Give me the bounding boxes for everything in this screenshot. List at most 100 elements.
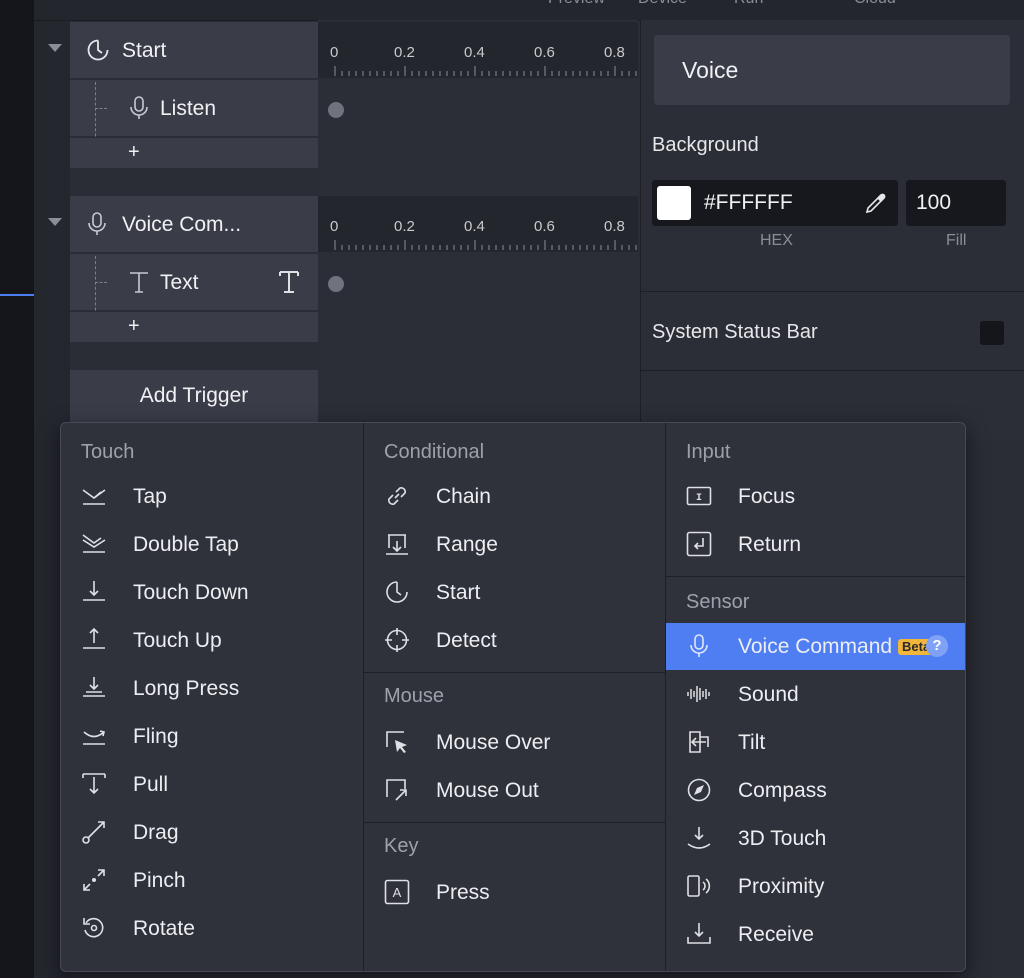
canvas-strip (0, 0, 34, 978)
menu-item-tilt[interactable]: Tilt (666, 719, 965, 765)
response-label-listen: Listen (160, 97, 217, 120)
toolbar-device[interactable]: Device (638, 0, 687, 8)
menu-item-pinch[interactable]: Pinch (61, 857, 361, 903)
menu-item-label: Press (436, 881, 490, 904)
menu-item-detect[interactable]: Detect (364, 617, 664, 663)
menu-column-touch: Touch Tap Double Tap Touch Down Touch Up… (61, 423, 363, 971)
toolbar-cloud[interactable]: Cloud (854, 0, 896, 8)
ruler-tick: 0.2 (394, 44, 415, 61)
toolbar-preview[interactable]: Preview (548, 0, 605, 8)
menu-item-proximity[interactable]: Proximity (666, 863, 965, 909)
menu-item-voice-command[interactable]: Voice Command Beta ? (666, 623, 965, 670)
menu-column-input: Input I Focus Return Sensor Voice Comman… (665, 423, 965, 971)
menu-item-touch-down[interactable]: Touch Down (61, 569, 361, 615)
section-divider (364, 822, 666, 823)
menu-item-label: Sound (738, 683, 799, 706)
menu-item-start[interactable]: Start (364, 569, 664, 615)
microphone-icon (686, 633, 712, 659)
hex-input[interactable]: #FFFFFF (652, 180, 898, 226)
menu-item-label: Rotate (133, 917, 195, 940)
fling-icon (81, 723, 107, 749)
clock-icon (86, 38, 110, 62)
fill-input[interactable]: 100 (906, 180, 1006, 226)
menu-item-touch-up[interactable]: Touch Up (61, 617, 361, 663)
menu-item-receive[interactable]: Receive (666, 911, 965, 957)
collapse-caret-voice[interactable] (48, 218, 62, 226)
touch-down-icon (81, 579, 107, 605)
color-swatch[interactable] (657, 186, 691, 220)
sound-wave-icon (686, 681, 712, 707)
menu-item-double-tap[interactable]: Double Tap (61, 521, 361, 567)
section-title-input: Input (686, 441, 731, 463)
menu-item-long-press[interactable]: Long Press (61, 665, 361, 711)
drag-icon (81, 819, 107, 845)
menu-item-fling[interactable]: Fling (61, 713, 361, 759)
menu-item-label: Fling (133, 725, 179, 748)
add-trigger-button[interactable]: Add Trigger (70, 370, 318, 422)
ruler-ticks (334, 240, 637, 250)
return-icon (686, 531, 712, 557)
menu-item-label: Start (436, 581, 481, 604)
menu-item-3d-touch[interactable]: 3D Touch (666, 815, 965, 861)
text-icon (128, 270, 150, 294)
menu-item-pull[interactable]: Pull (61, 761, 361, 807)
response-row-text[interactable]: Text (70, 254, 318, 310)
section-title-touch: Touch (81, 441, 135, 463)
menu-item-label: 3D Touch (738, 827, 827, 850)
pull-icon (81, 771, 107, 797)
menu-item-drag[interactable]: Drag (61, 809, 361, 855)
proximity-icon (686, 873, 712, 899)
tap-icon (81, 483, 107, 509)
focus-icon: I (686, 483, 712, 509)
trigger-label-start: Start (122, 39, 167, 62)
trigger-row-voice-command[interactable]: Voice Com... (70, 196, 318, 252)
menu-item-sound[interactable]: Sound (666, 671, 965, 717)
menu-item-focus[interactable]: I Focus (666, 473, 965, 519)
menu-item-compass[interactable]: Compass (666, 767, 965, 813)
section-title-key: Key (384, 835, 419, 857)
long-press-icon (81, 675, 107, 701)
collapse-caret-start[interactable] (48, 44, 62, 52)
menu-item-mouse-out[interactable]: Mouse Out (364, 767, 664, 813)
eyedropper-icon[interactable] (864, 191, 888, 215)
keyframe-dot[interactable] (328, 102, 344, 118)
toolbar-run[interactable]: Run (734, 0, 763, 8)
clock-icon (384, 579, 410, 605)
tilt-icon (686, 729, 712, 755)
menu-item-label: Chain (436, 485, 491, 508)
trigger-menu: Touch Tap Double Tap Touch Down Touch Up… (60, 422, 966, 972)
range-icon (384, 531, 410, 557)
menu-item-label: Mouse Over (436, 731, 551, 754)
menu-item-return[interactable]: Return (666, 521, 965, 567)
menu-item-press[interactable]: A Press (364, 869, 664, 915)
response-row-listen[interactable]: Listen (70, 80, 318, 136)
ruler-ticks (334, 66, 637, 76)
mouse-out-icon (384, 777, 410, 803)
inspector-title: Voice (654, 35, 1010, 105)
help-icon[interactable]: ? (926, 635, 948, 657)
selection-indicator (0, 294, 34, 296)
section-title-sensor: Sensor (686, 591, 750, 613)
menu-item-chain[interactable]: Chain (364, 473, 664, 519)
menu-item-rotate[interactable]: Rotate (61, 905, 361, 951)
system-status-bar-checkbox[interactable] (980, 321, 1004, 345)
menu-item-label: Touch Down (133, 581, 249, 604)
background-label: Background (652, 134, 759, 156)
keyframe-dot[interactable] (328, 276, 344, 292)
menu-item-mouse-over[interactable]: Mouse Over (364, 719, 664, 765)
ruler-tick: 0.8 (604, 44, 625, 61)
trigger-row-start[interactable]: Start (70, 22, 318, 78)
ruler-tick: 0 (330, 218, 339, 235)
menu-item-label: Compass (738, 779, 827, 802)
menu-item-label: Mouse Out (436, 779, 539, 802)
compass-icon (686, 777, 712, 803)
add-response-button[interactable]: + (70, 138, 318, 168)
menu-item-label: Touch Up (133, 629, 222, 652)
menu-item-range[interactable]: Range (364, 521, 664, 567)
add-response-button[interactable]: + (70, 312, 318, 342)
mouse-over-icon (384, 729, 410, 755)
menu-item-tap[interactable]: Tap (61, 473, 361, 519)
text-layer-icon (278, 269, 300, 295)
menu-item-label: Detect (436, 629, 497, 652)
menu-item-label: Focus (738, 485, 796, 508)
